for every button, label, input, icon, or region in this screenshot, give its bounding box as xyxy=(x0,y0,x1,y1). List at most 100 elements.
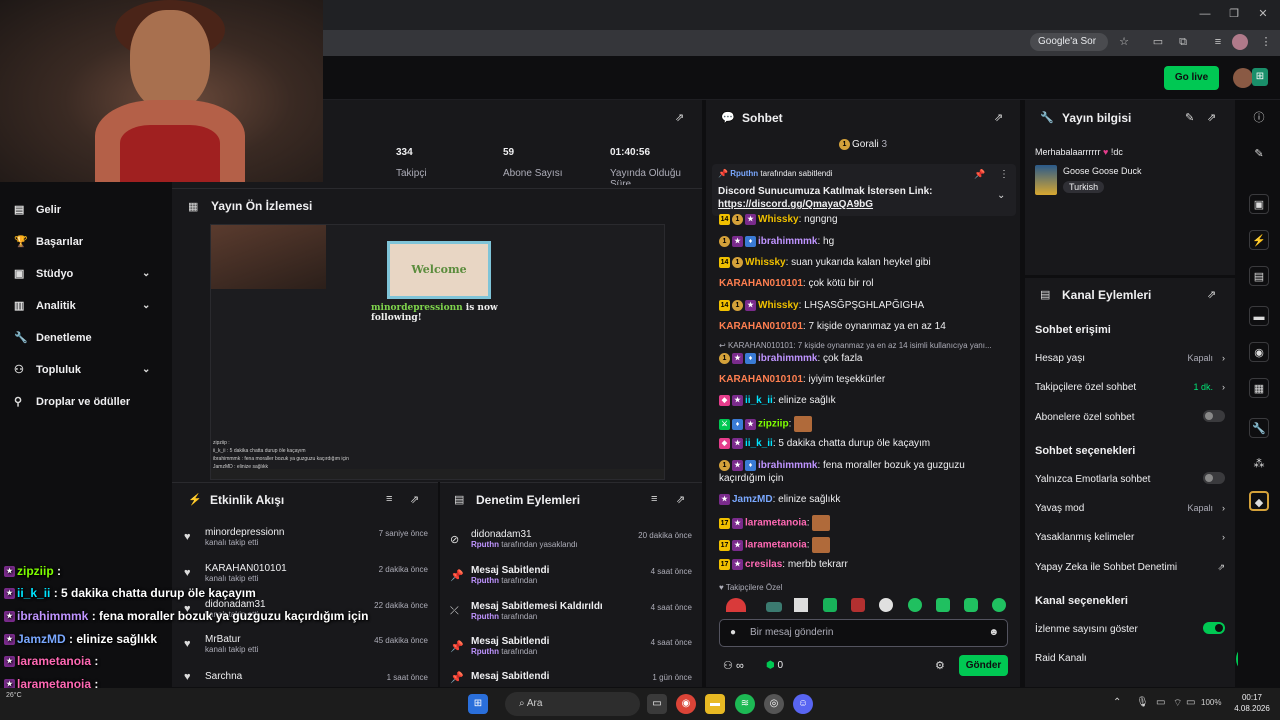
info-icon[interactable]: ⓘ xyxy=(1249,108,1269,128)
sidebar-item-community[interactable]: ⚇ Topluluk ⌄ xyxy=(14,360,150,380)
list-item[interactable]: 📌 Mesaj Sabitlendi 1 gün önce xyxy=(450,671,692,685)
points-icon[interactable]: ◆ xyxy=(1249,491,1269,511)
ai-moderation-row[interactable]: Yapay Zeka ile Sohbet Denetimi ⇗ xyxy=(1035,562,1225,573)
discord-icon[interactable]: ☺ xyxy=(793,694,813,714)
chat-username[interactable]: ii_k_ii xyxy=(745,395,773,406)
popout-icon[interactable]: ⇗ xyxy=(676,493,685,506)
battery-icon[interactable]: ▭ xyxy=(1186,697,1195,708)
chat-icon[interactable]: ▬ xyxy=(1249,306,1269,326)
pinned-message[interactable]: 📌 Rputhn tarafından sabitlendi 📌 ⋮ Disco… xyxy=(712,164,1016,216)
chat-message[interactable]: KARAHAN010101: 7 kişide oynanmaz ya en a… xyxy=(719,320,1009,333)
wrench-icon[interactable]: 🔧 xyxy=(1249,418,1269,438)
clip-icon[interactable]: ▣ xyxy=(1249,194,1269,214)
raid-row[interactable]: Raid Kanalı xyxy=(1035,653,1225,664)
clock[interactable]: 00:17 4.08.2026 xyxy=(1232,692,1272,714)
popout-icon[interactable]: ⇗ xyxy=(994,111,1003,124)
emote-icon[interactable] xyxy=(766,602,782,612)
popout-icon[interactable]: ⇗ xyxy=(1207,111,1216,124)
chat-message[interactable]: ◆ ★ ii_k_ii: 5 dakika chatta durup öle kaç… xyxy=(719,437,1009,450)
emote-only-row[interactable]: Yalnızca Emotlarla sohbet xyxy=(1035,472,1225,485)
emote-icon[interactable] xyxy=(879,598,893,612)
go-live-button[interactable]: Go live xyxy=(1164,66,1219,90)
sidebar-item-studio[interactable]: ▣ Stüdyo ⌄ xyxy=(14,264,150,284)
filter-icon[interactable]: ≡ xyxy=(386,493,392,505)
emote-only-toggle[interactable] xyxy=(1203,472,1225,484)
chat-username[interactable]: ibrahimmmk xyxy=(758,460,817,471)
chat-username[interactable]: KARAHAN010101 xyxy=(719,321,803,332)
translate-icon[interactable]: ▭ xyxy=(1150,34,1166,50)
maximize-icon[interactable]: ❐ xyxy=(1225,6,1243,22)
emote-bar[interactable] xyxy=(726,598,1006,614)
taskbar-search[interactable]: ⌕ Ara xyxy=(505,692,640,716)
banned-words-row[interactable]: Yasaklanmış kelimeler › xyxy=(1035,532,1225,543)
pinned-link[interactable]: https://discord.gg/QmayaQA9bG xyxy=(718,199,873,210)
chat-username[interactable]: Whissky xyxy=(745,257,786,268)
chat-message[interactable]: 1 ★ ♦ ibrahimmmk: fena moraller bozuk ya gu… xyxy=(719,459,1009,485)
close-icon[interactable]: ✕ xyxy=(1254,6,1272,22)
mic-icon[interactable]: 🎙 xyxy=(1136,697,1149,708)
sidebar-item-analytics[interactable]: ▥ Analitik ⌄ xyxy=(14,296,150,316)
chat-username[interactable]: zipziip xyxy=(758,419,789,430)
broadcast-icon[interactable]: ◉ xyxy=(1249,342,1269,362)
google-ask-button[interactable]: Google'a Sor xyxy=(1030,33,1108,51)
slow-mode-row[interactable]: Yavaş mod Kapalı › xyxy=(1035,503,1225,514)
viewer-list[interactable]: ⚇ ∞ xyxy=(723,659,744,672)
document-icon[interactable]: ▤ xyxy=(1249,266,1269,286)
list-item[interactable]: ⊘ didonadam31 Rputhn tarafından yasaklandı… xyxy=(450,529,692,549)
chat-message[interactable]: ◆ ★ ii_k_ii: elinize sağlık xyxy=(719,394,1009,407)
stream-preview-video[interactable]: Welcome minordepressionn is now followin… xyxy=(210,224,665,480)
tag-badge[interactable]: Turkish xyxy=(1063,181,1105,193)
sidebar-item-drops[interactable]: ⚲ Droplar ve ödüller xyxy=(14,392,130,412)
emote-icon[interactable] xyxy=(823,598,837,612)
emote-icon[interactable] xyxy=(794,598,808,612)
chat-message[interactable]: 14 1 ★ Whissky: ngngng xyxy=(719,213,1009,226)
followers-chat-row[interactable]: Takipçilere özel sohbet 1 dk. › xyxy=(1035,382,1225,393)
edit-icon[interactable]: ✎ xyxy=(1185,111,1194,124)
sidebar-item-achievements[interactable]: 🏆 Başarılar xyxy=(14,232,83,252)
chevron-down-icon[interactable]: ⌄ xyxy=(997,190,1005,201)
popout-icon[interactable]: ⇗ xyxy=(675,111,684,124)
chat-username[interactable]: KARAHAN010101 xyxy=(719,374,803,385)
obs-icon[interactable]: ◎ xyxy=(764,694,784,714)
chat-message[interactable]: 17 ★ larametanoia: xyxy=(719,515,1009,531)
list-item[interactable]: 📌 Mesaj Sabitlendi Rputhn tarafından 4 saat… xyxy=(450,636,692,656)
spotify-icon[interactable]: ≋ xyxy=(735,694,755,714)
subs-chat-row[interactable]: Abonelere özel sohbet xyxy=(1035,410,1225,423)
menu-dots-icon[interactable]: ⋮ xyxy=(1258,34,1274,50)
emote-icon[interactable] xyxy=(936,598,950,612)
emote-icon[interactable] xyxy=(726,598,746,612)
filter-icon[interactable]: ≡ xyxy=(651,493,657,505)
chat-message[interactable]: 1 ★ ♦ ibrahimmmk: hg xyxy=(719,235,1009,248)
chat-message[interactable]: 17 ★ larametanoia: xyxy=(719,537,1009,553)
reading-list-icon[interactable]: ≡ xyxy=(1210,34,1226,50)
task-view-icon[interactable]: ▭ xyxy=(647,694,667,714)
account-age-row[interactable]: Hesap yaşı Kapalı › xyxy=(1035,353,1225,364)
minimize-icon[interactable]: — xyxy=(1196,6,1214,22)
windows-start-icon[interactable]: ⊞ xyxy=(468,694,488,714)
wifi-icon[interactable]: ⌔ xyxy=(1173,697,1182,710)
sidebar-item-moderation[interactable]: 🔧 Denetleme xyxy=(14,328,92,348)
emote-icon[interactable] xyxy=(908,598,922,612)
extension-badge-icon[interactable]: ⊞ xyxy=(1252,68,1268,86)
profile-icon[interactable] xyxy=(1232,34,1248,50)
rewards-icon[interactable]: ▦ xyxy=(1249,378,1269,398)
chat-username[interactable]: Whissky xyxy=(758,300,799,311)
channel-points[interactable]: ⬢ 0 xyxy=(766,660,783,671)
send-button[interactable]: Gönder xyxy=(959,655,1008,676)
chat-leaderboard[interactable]: 1 Gorali 3 xyxy=(839,139,887,150)
file-explorer-icon[interactable]: ▬ xyxy=(705,694,725,714)
emote-icon[interactable] xyxy=(992,598,1006,612)
popout-icon[interactable]: ⇗ xyxy=(410,493,419,506)
chat-message[interactable]: 14 1 ★ Whissky: LHŞASĞPŞGHLAPĞIGHA xyxy=(719,299,1009,312)
chat-username[interactable]: ibrahimmmk xyxy=(758,236,817,247)
edit-icon[interactable]: ✎ xyxy=(1249,144,1269,164)
chat-message[interactable]: 17 ★ cresilas: merbb tekrarr xyxy=(719,558,1009,571)
chat-input[interactable]: ● Bir mesaj gönderin ☻ xyxy=(719,619,1008,647)
avatar[interactable] xyxy=(1233,68,1253,88)
weather-widget[interactable]: 26°C xyxy=(6,692,22,699)
chat-username[interactable]: KARAHAN010101 xyxy=(719,278,803,289)
gear-icon[interactable]: ⚙ xyxy=(935,659,945,672)
chat-username[interactable]: larametanoia xyxy=(745,540,807,551)
sidebar-item-revenue[interactable]: ▤ Gelir xyxy=(14,200,61,220)
more-options-icon[interactable]: ⋮ xyxy=(999,169,1009,180)
